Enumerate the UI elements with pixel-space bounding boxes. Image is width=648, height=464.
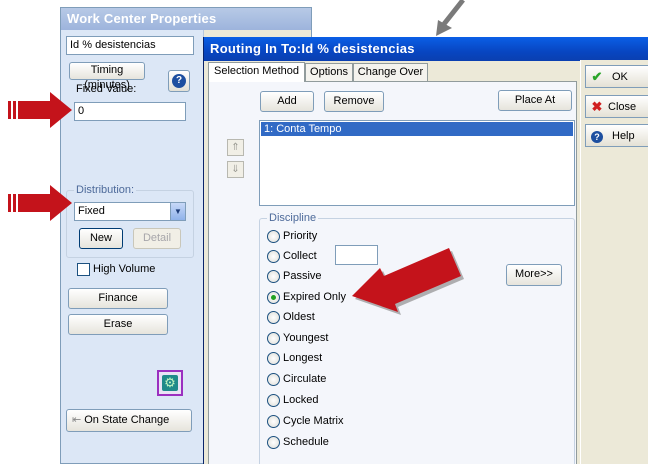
- gray-arrow-icon: [436, 0, 465, 36]
- annotation-overlay: [8, 0, 465, 315]
- tab-selection-method[interactable]: Selection Method: [208, 62, 305, 82]
- red-arrow-expired-only-icon: [352, 248, 464, 315]
- red-arrow-distribution-icon: [8, 185, 72, 221]
- red-arrow-fixed-value-icon: [8, 92, 72, 128]
